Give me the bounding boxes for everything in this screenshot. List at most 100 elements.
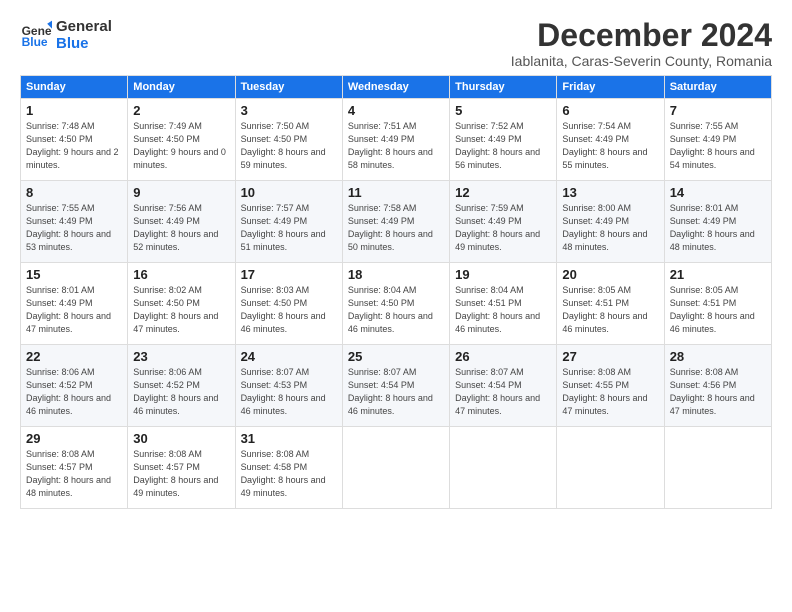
day-number: 22: [26, 349, 122, 364]
day-info: Sunrise: 8:04 AM Sunset: 4:51 PM Dayligh…: [455, 284, 551, 336]
table-row: [342, 427, 449, 509]
day-number: 7: [670, 103, 766, 118]
day-number: 23: [133, 349, 229, 364]
calendar-week-row: 1Sunrise: 7:48 AM Sunset: 4:50 PM Daylig…: [21, 99, 772, 181]
day-info: Sunrise: 7:51 AM Sunset: 4:49 PM Dayligh…: [348, 120, 444, 172]
day-info: Sunrise: 8:08 AM Sunset: 4:58 PM Dayligh…: [241, 448, 337, 500]
table-row: 30Sunrise: 8:08 AM Sunset: 4:57 PM Dayli…: [128, 427, 235, 509]
day-number: 9: [133, 185, 229, 200]
day-number: 12: [455, 185, 551, 200]
col-wednesday: Wednesday: [342, 76, 449, 99]
table-row: 24Sunrise: 8:07 AM Sunset: 4:53 PM Dayli…: [235, 345, 342, 427]
day-info: Sunrise: 7:55 AM Sunset: 4:49 PM Dayligh…: [670, 120, 766, 172]
day-info: Sunrise: 7:52 AM Sunset: 4:49 PM Dayligh…: [455, 120, 551, 172]
day-number: 20: [562, 267, 658, 282]
calendar-week-row: 22 Sunrise: 8:06 AM Sunset: 4:52 PM Dayli…: [21, 345, 772, 427]
col-sunday: Sunday: [21, 76, 128, 99]
table-row: 11 Sunrise: 7:58 AM Sunset: 4:49 PM Dayli…: [342, 181, 449, 263]
col-tuesday: Tuesday: [235, 76, 342, 99]
day-number: 17: [241, 267, 337, 282]
calendar-week-row: 8 Sunrise: 7:55 AM Sunset: 4:49 PM Daylig…: [21, 181, 772, 263]
table-row: 14Sunrise: 8:01 AM Sunset: 4:49 PM Dayli…: [664, 181, 771, 263]
table-row: 3 Sunrise: 7:50 AM Sunset: 4:50 PM Daylig…: [235, 99, 342, 181]
table-row: [557, 427, 664, 509]
day-info: Sunrise: 8:05 AM Sunset: 4:51 PM Dayligh…: [562, 284, 658, 336]
day-info: Sunrise: 7:54 AM Sunset: 4:49 PM Dayligh…: [562, 120, 658, 172]
col-monday: Monday: [128, 76, 235, 99]
day-number: 11: [348, 185, 444, 200]
day-number: 10: [241, 185, 337, 200]
title-block: December 2024 Iablanita, Caras-Severin C…: [511, 18, 772, 69]
table-row: 4Sunrise: 7:51 AM Sunset: 4:49 PM Daylig…: [342, 99, 449, 181]
table-row: 13 Sunrise: 8:00 AM Sunset: 4:49 PM Dayli…: [557, 181, 664, 263]
day-info: Sunrise: 7:55 AM Sunset: 4:49 PM Dayligh…: [26, 202, 122, 254]
day-info: Sunrise: 8:02 AM Sunset: 4:50 PM Dayligh…: [133, 284, 229, 336]
table-row: 16Sunrise: 8:02 AM Sunset: 4:50 PM Dayli…: [128, 263, 235, 345]
day-number: 18: [348, 267, 444, 282]
day-info: Sunrise: 8:05 AM Sunset: 4:51 PM Dayligh…: [670, 284, 766, 336]
table-row: 2 Sunrise: 7:49 AM Sunset: 4:50 PM Daylig…: [128, 99, 235, 181]
logo-blue: Blue: [56, 35, 112, 52]
day-number: 8: [26, 185, 122, 200]
day-info: Sunrise: 7:57 AM Sunset: 4:49 PM Dayligh…: [241, 202, 337, 254]
day-number: 21: [670, 267, 766, 282]
calendar-header-row: Sunday Monday Tuesday Wednesday Thursday…: [21, 76, 772, 99]
day-number: 15: [26, 267, 122, 282]
day-number: 28: [670, 349, 766, 364]
table-row: 25Sunrise: 8:07 AM Sunset: 4:54 PM Dayli…: [342, 345, 449, 427]
day-number: 26: [455, 349, 551, 364]
table-row: 20 Sunrise: 8:05 AM Sunset: 4:51 PM Dayli…: [557, 263, 664, 345]
day-number: 29: [26, 431, 122, 446]
table-row: 7 Sunrise: 7:55 AM Sunset: 4:49 PM Daylig…: [664, 99, 771, 181]
table-row: 5 Sunrise: 7:52 AM Sunset: 4:49 PM Daylig…: [450, 99, 557, 181]
day-info: Sunrise: 8:08 AM Sunset: 4:56 PM Dayligh…: [670, 366, 766, 418]
table-row: 29 Sunrise: 8:08 AM Sunset: 4:57 PM Dayli…: [21, 427, 128, 509]
day-info: Sunrise: 8:01 AM Sunset: 4:49 PM Dayligh…: [26, 284, 122, 336]
calendar-week-row: 15 Sunrise: 8:01 AM Sunset: 4:49 PM Dayli…: [21, 263, 772, 345]
day-info: Sunrise: 8:08 AM Sunset: 4:55 PM Dayligh…: [562, 366, 658, 418]
day-number: 31: [241, 431, 337, 446]
table-row: 10 Sunrise: 7:57 AM Sunset: 4:49 PM Dayli…: [235, 181, 342, 263]
day-info: Sunrise: 8:07 AM Sunset: 4:54 PM Dayligh…: [348, 366, 444, 418]
table-row: 15 Sunrise: 8:01 AM Sunset: 4:49 PM Dayli…: [21, 263, 128, 345]
day-number: 1: [26, 103, 122, 118]
table-row: 8 Sunrise: 7:55 AM Sunset: 4:49 PM Daylig…: [21, 181, 128, 263]
header: General Blue General Blue December 2024 …: [20, 18, 772, 69]
logo-general: General: [56, 18, 112, 35]
table-row: 19Sunrise: 8:04 AM Sunset: 4:51 PM Dayli…: [450, 263, 557, 345]
table-row: 31 Sunrise: 8:08 AM Sunset: 4:58 PM Dayli…: [235, 427, 342, 509]
day-info: Sunrise: 8:01 AM Sunset: 4:49 PM Dayligh…: [670, 202, 766, 254]
day-info: Sunrise: 7:59 AM Sunset: 4:49 PM Dayligh…: [455, 202, 551, 254]
day-info: Sunrise: 8:08 AM Sunset: 4:57 PM Dayligh…: [26, 448, 122, 500]
table-row: 23 Sunrise: 8:06 AM Sunset: 4:52 PM Dayli…: [128, 345, 235, 427]
calendar-body: 1Sunrise: 7:48 AM Sunset: 4:50 PM Daylig…: [21, 99, 772, 509]
day-info: Sunrise: 8:06 AM Sunset: 4:52 PM Dayligh…: [26, 366, 122, 418]
table-row: 12 Sunrise: 7:59 AM Sunset: 4:49 PM Dayli…: [450, 181, 557, 263]
day-info: Sunrise: 8:06 AM Sunset: 4:52 PM Dayligh…: [133, 366, 229, 418]
table-row: [664, 427, 771, 509]
day-info: Sunrise: 8:03 AM Sunset: 4:50 PM Dayligh…: [241, 284, 337, 336]
logo: General Blue General Blue: [20, 18, 112, 53]
day-number: 13: [562, 185, 658, 200]
day-number: 30: [133, 431, 229, 446]
col-thursday: Thursday: [450, 76, 557, 99]
day-number: 6: [562, 103, 658, 118]
day-info: Sunrise: 7:49 AM Sunset: 4:50 PM Dayligh…: [133, 120, 229, 172]
page: General Blue General Blue December 2024 …: [0, 0, 792, 612]
table-row: 27 Sunrise: 8:08 AM Sunset: 4:55 PM Dayli…: [557, 345, 664, 427]
table-row: 26Sunrise: 8:07 AM Sunset: 4:54 PM Dayli…: [450, 345, 557, 427]
day-number: 5: [455, 103, 551, 118]
calendar-week-row: 29 Sunrise: 8:08 AM Sunset: 4:57 PM Dayli…: [21, 427, 772, 509]
day-info: Sunrise: 7:58 AM Sunset: 4:49 PM Dayligh…: [348, 202, 444, 254]
table-row: 18Sunrise: 8:04 AM Sunset: 4:50 PM Dayli…: [342, 263, 449, 345]
table-row: [450, 427, 557, 509]
day-info: Sunrise: 7:56 AM Sunset: 4:49 PM Dayligh…: [133, 202, 229, 254]
day-info: Sunrise: 8:07 AM Sunset: 4:53 PM Dayligh…: [241, 366, 337, 418]
day-info: Sunrise: 7:50 AM Sunset: 4:50 PM Dayligh…: [241, 120, 337, 172]
table-row: 9 Sunrise: 7:56 AM Sunset: 4:49 PM Daylig…: [128, 181, 235, 263]
day-info: Sunrise: 8:00 AM Sunset: 4:49 PM Dayligh…: [562, 202, 658, 254]
day-number: 27: [562, 349, 658, 364]
day-number: 3: [241, 103, 337, 118]
location: Iablanita, Caras-Severin County, Romania: [511, 53, 772, 69]
day-number: 2: [133, 103, 229, 118]
